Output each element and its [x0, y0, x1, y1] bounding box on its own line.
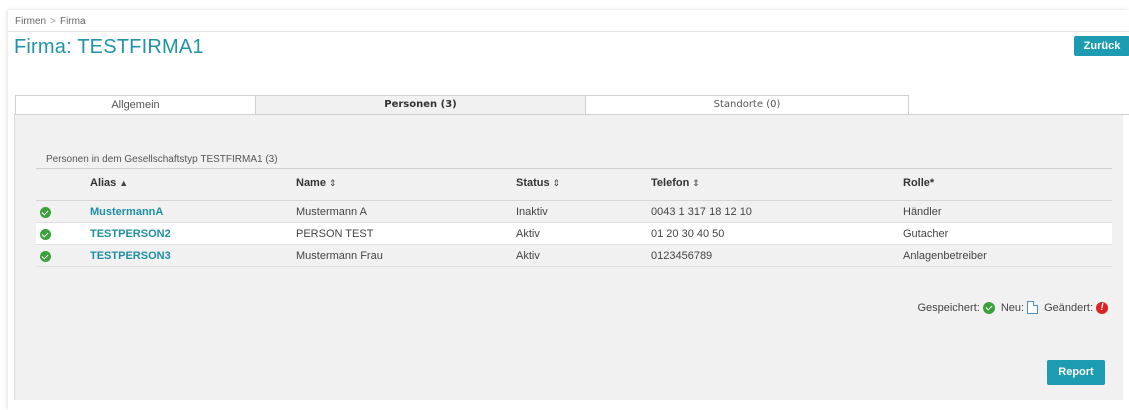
document-icon: [1027, 301, 1039, 314]
sort-icon: ⇕: [552, 178, 561, 188]
section-title: Personen in dem Gesellschaftstyp TESTFIR…: [46, 154, 278, 165]
tab-allgemein[interactable]: Allgemein: [15, 95, 256, 115]
cell-alias-link[interactable]: TESTPERSON2: [90, 228, 171, 240]
cell-telefon: 0043 1 317 18 12 10: [651, 206, 752, 218]
column-header-label: Alias: [90, 177, 117, 189]
table-row[interactable]: TESTPERSON3 Mustermann Frau Aktiv 012345…: [36, 245, 1112, 267]
column-header-label: Status: [516, 177, 550, 189]
breadcrumb-separator: >: [50, 16, 56, 27]
check-circle-icon: [40, 207, 51, 218]
check-circle-icon: [982, 301, 995, 314]
check-circle-icon: [40, 229, 51, 240]
cell-status: Inaktiv: [516, 206, 548, 218]
column-header-telefon[interactable]: Telefon ⇕: [651, 177, 700, 189]
check-circle-icon: [40, 251, 51, 262]
cell-name: Mustermann Frau: [296, 250, 383, 262]
breadcrumb: Firmen > Firma: [15, 16, 86, 27]
legend-saved-label: Gespeichert:: [917, 301, 980, 314]
table-row[interactable]: TESTPERSON2 PERSON TEST Aktiv 01 20 30 4…: [36, 223, 1112, 245]
sort-asc-icon: ▲: [119, 178, 129, 188]
cell-telefon: 01 20 30 40 50: [651, 228, 725, 240]
status-legend: Gespeichert: Neu: Geändert: !: [914, 301, 1111, 314]
column-header-alias[interactable]: Alias ▲: [90, 177, 128, 189]
column-header-status[interactable]: Status ⇕: [516, 177, 560, 189]
column-header-rolle: Rolle*: [903, 177, 934, 189]
cell-name: Mustermann A: [296, 206, 367, 218]
cell-rolle: Anlagenbetreiber: [903, 250, 987, 262]
legend-changed-label: Geändert:: [1044, 301, 1093, 314]
breadcrumb-current: Firma: [59, 16, 86, 27]
cell-rolle: Gutacher: [903, 228, 949, 240]
cell-alias-link[interactable]: MustermannA: [90, 206, 163, 218]
back-button[interactable]: Zurück: [1074, 36, 1129, 56]
breadcrumb-root-link[interactable]: Firmen: [15, 16, 46, 27]
column-header-name[interactable]: Name ⇕: [296, 177, 337, 189]
report-button[interactable]: Report: [1047, 360, 1105, 385]
cell-rolle: Händler: [903, 206, 942, 218]
page-title: Firma: TESTFIRMA1: [14, 36, 204, 58]
exclamation-circle-icon: !: [1096, 301, 1108, 314]
column-header-label: Name: [296, 177, 326, 189]
sort-icon: ⇕: [328, 178, 337, 188]
tab-personen[interactable]: Personen (3): [255, 95, 586, 115]
legend-new-label: Neu:: [1000, 301, 1025, 314]
cell-status: Aktiv: [516, 228, 540, 240]
header-divider: [8, 31, 1129, 32]
cell-telefon: 0123456789: [651, 250, 713, 262]
cell-status: Aktiv: [516, 250, 540, 262]
column-header-label: Rolle*: [903, 177, 935, 189]
tab-standorte[interactable]: Standorte (0): [585, 95, 909, 115]
cell-alias-link[interactable]: TESTPERSON3: [90, 250, 171, 262]
section-divider: [36, 168, 1112, 169]
column-header-label: Telefon: [651, 177, 690, 189]
table-row[interactable]: MustermannA Mustermann A Inaktiv 0043 1 …: [36, 201, 1112, 223]
cell-name: PERSON TEST: [296, 228, 374, 240]
sort-icon: ⇕: [692, 178, 700, 188]
